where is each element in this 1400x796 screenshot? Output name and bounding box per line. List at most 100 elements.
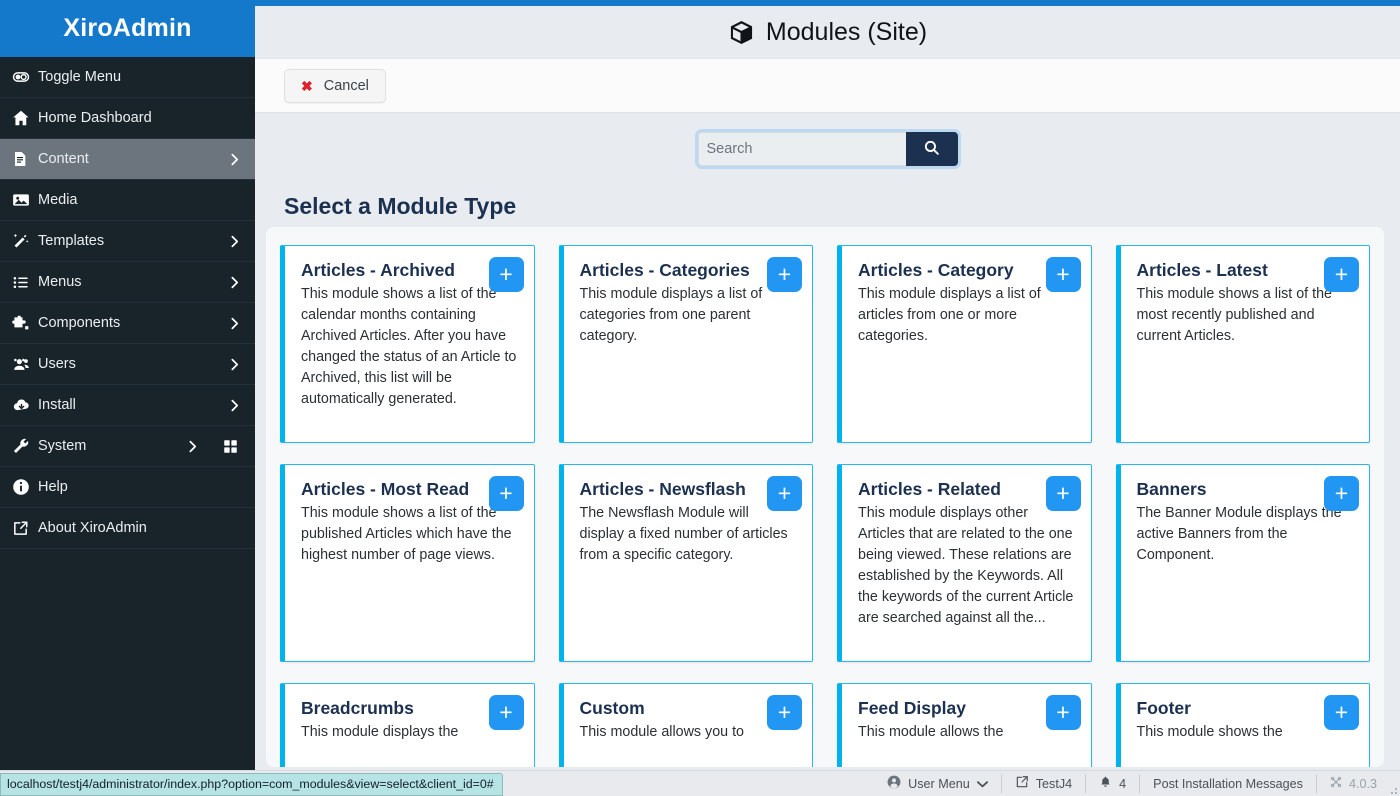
sidebar: XiroAdmin Toggle Menu Home Dashboard Conte…	[0, 0, 255, 770]
notifications-button[interactable]: 4	[1086, 774, 1141, 793]
version-label: 4.0.3	[1348, 776, 1377, 791]
add-module-button[interactable]: +	[1045, 476, 1081, 511]
sidebar-item-install[interactable]: Install	[0, 385, 255, 426]
sidebar-item-toggle-menu[interactable]: Toggle Menu	[0, 57, 255, 98]
external-link-icon	[12, 519, 38, 537]
module-card-description: This module allows you to	[579, 724, 745, 741]
search-input[interactable]	[697, 132, 906, 166]
add-module-button[interactable]: +	[1045, 695, 1081, 730]
module-card[interactable]: Custom This module allows you to +	[558, 683, 813, 767]
sidebar-item-label: Home Dashboard	[38, 110, 152, 126]
sidebar-item-components[interactable]: Components	[0, 303, 255, 344]
module-card[interactable]: Articles - Categories This module display…	[558, 245, 813, 443]
sidebar-item-templates[interactable]: Templates	[0, 221, 255, 262]
module-card-description: This module allows the	[858, 724, 1004, 741]
sidebar-item-label: About XiroAdmin	[38, 520, 147, 536]
sidebar-item-label: Users	[38, 356, 76, 372]
module-card-description: This module displays the	[301, 724, 459, 741]
module-card[interactable]: Articles - Archived This module shows a l…	[280, 245, 535, 443]
sidebar-item-label: System	[38, 438, 87, 454]
module-card-title: Footer	[1136, 698, 1191, 718]
module-card-title: Articles - Category	[858, 260, 1014, 280]
module-card-title: Articles - Latest	[1136, 260, 1268, 280]
module-card-title: Breadcrumbs	[301, 698, 414, 718]
module-card[interactable]: Articles - Newsflash The Newsflash Module…	[558, 464, 813, 662]
module-card[interactable]: Articles - Latest This module shows a lis…	[1115, 245, 1370, 443]
chevron-right-icon	[227, 357, 241, 371]
add-module-button[interactable]: +	[1324, 695, 1359, 730]
module-card[interactable]: Articles - Category This module displays …	[837, 245, 1092, 443]
sidebar-item-home-dashboard[interactable]: Home Dashboard	[0, 98, 255, 139]
site-preview-link[interactable]: TestJ4	[1002, 774, 1087, 793]
main-content: Modules (Site) ✖ Cancel Search Select a …	[255, 6, 1400, 770]
sidebar-item-users[interactable]: Users	[0, 344, 255, 385]
module-card-title: Feed Display	[858, 698, 966, 718]
module-card-description: This module shows a list of the publishe…	[301, 505, 512, 564]
add-module-button[interactable]: +	[1324, 476, 1359, 511]
brand-name: XiroAdmin	[63, 14, 192, 42]
chevron-right-icon	[227, 234, 241, 248]
module-card-description: This module displays other Articles that…	[858, 505, 1074, 626]
sidebar-item-label: Components	[38, 315, 121, 331]
users-icon	[12, 355, 38, 373]
module-card[interactable]: Banners The Banner Module displays the ac…	[1115, 464, 1370, 662]
brand-logo[interactable]: XiroAdmin	[0, 0, 255, 57]
cancel-button-label: Cancel	[323, 77, 369, 94]
page-title-text: Modules (Site)	[765, 17, 928, 46]
resize-grip[interactable]	[1386, 783, 1398, 795]
notification-count: 4	[1119, 776, 1127, 791]
module-card[interactable]: Breadcrumbs This module displays the +	[280, 683, 535, 767]
chevron-right-icon	[227, 398, 241, 412]
add-module-button[interactable]: +	[488, 476, 524, 511]
module-card-description: This module shows the	[1136, 724, 1283, 741]
sidebar-item-menus[interactable]: Menus	[0, 262, 255, 303]
module-card[interactable]: Feed Display This module allows the +	[837, 683, 1092, 767]
document-icon	[12, 150, 38, 168]
puzzle-icon	[12, 314, 38, 332]
module-card[interactable]: Articles - Related This module displays o…	[837, 464, 1092, 662]
user-avatar-icon	[887, 775, 901, 792]
sidebar-item-label: Help	[38, 479, 68, 495]
module-card[interactable]: Articles - Most Read This module shows a …	[280, 464, 535, 662]
module-card-title: Articles - Archived	[301, 260, 455, 280]
sidebar-nav: Toggle Menu Home Dashboard Content Media Tem…	[0, 57, 255, 549]
add-module-button[interactable]: +	[1045, 257, 1081, 292]
module-card-title: Custom	[579, 698, 645, 718]
sidebar-item-content[interactable]: Content	[0, 139, 255, 180]
search-icon	[923, 139, 940, 159]
user-menu-button[interactable]: User Menu	[874, 774, 1002, 793]
sidebar-item-help[interactable]: Help	[0, 467, 255, 508]
search-zone	[255, 113, 1400, 185]
wrench-icon	[12, 437, 38, 455]
search-button[interactable]	[905, 132, 958, 166]
module-card-description: The Banner Module displays the active Ba…	[1136, 505, 1342, 564]
add-module-button[interactable]: +	[488, 695, 524, 730]
image-icon	[12, 191, 38, 209]
post-installation-messages-link[interactable]: Post Installation Messages	[1140, 774, 1317, 793]
add-module-button[interactable]: +	[488, 257, 524, 292]
sidebar-item-media[interactable]: Media	[0, 180, 255, 221]
add-module-button[interactable]: +	[1324, 257, 1359, 292]
module-card-title: Articles - Categories	[579, 260, 750, 280]
chevron-right-icon	[227, 275, 241, 289]
x-icon: ✖	[301, 77, 313, 94]
module-card-description: This module shows a list of the most rec…	[1136, 286, 1332, 345]
bell-icon	[1099, 775, 1112, 792]
sidebar-item-label: Install	[38, 397, 76, 413]
toolbar: ✖ Cancel	[255, 58, 1400, 113]
module-card-description: This module displays a list of categorie…	[579, 286, 763, 345]
sidebar-item-label: Templates	[38, 233, 105, 249]
grid-icon[interactable]	[219, 439, 241, 454]
sidebar-item-about-xiroadmin[interactable]: About XiroAdmin	[0, 508, 255, 549]
admin-window: XiroAdmin Toggle Menu Home Dashboard Conte…	[0, 0, 1400, 796]
chevron-right-icon	[227, 152, 241, 166]
cancel-button[interactable]: ✖ Cancel	[284, 68, 386, 103]
module-card-title: Articles - Newsflash	[579, 479, 746, 499]
add-module-button[interactable]: +	[767, 476, 802, 511]
sidebar-item-system[interactable]: System	[0, 426, 255, 467]
module-card[interactable]: Footer This module shows the +	[1115, 683, 1370, 767]
add-module-button[interactable]: +	[767, 695, 802, 730]
sidebar-item-label: Toggle Menu	[38, 69, 122, 85]
search-bar	[697, 132, 958, 166]
add-module-button[interactable]: +	[767, 257, 802, 292]
